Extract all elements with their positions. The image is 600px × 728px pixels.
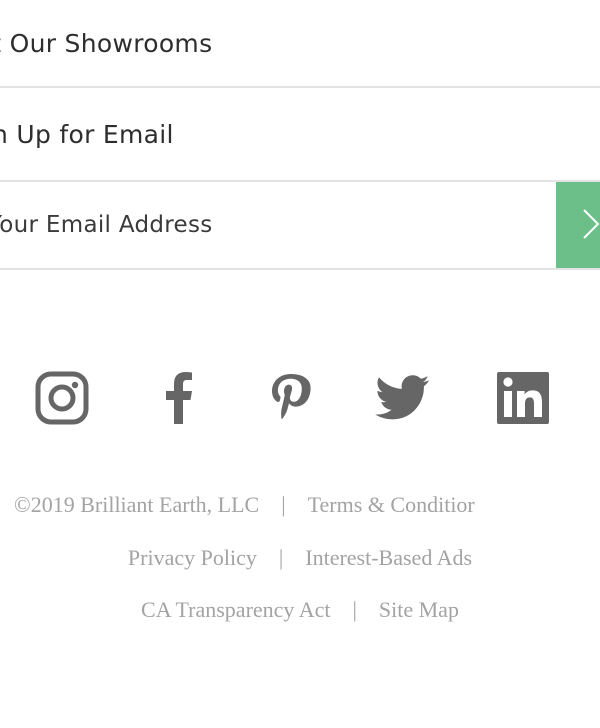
site-map-link[interactable]: Site Map [379,597,459,622]
interest-based-ads-link[interactable]: Interest-Based Ads [305,545,472,570]
social-links [0,370,600,430]
email-input[interactable] [0,182,556,268]
divider [0,268,600,270]
footer-line-1: ©2019 Brilliant Earth, LLC | Terms & Condi… [0,492,600,518]
facebook-icon[interactable] [150,370,206,426]
twitter-icon[interactable] [375,370,431,426]
visit-showrooms-row[interactable]: it Our Showrooms [0,0,600,86]
separator: | [352,597,357,622]
footer-line-2: Privacy Policy | Interest-Based Ads [0,545,600,571]
linkedin-icon[interactable] [495,370,551,426]
visit-showrooms-label: it Our Showrooms [0,28,213,58]
signup-email-row[interactable]: n Up for Email [0,88,600,180]
pinterest-icon[interactable] [265,370,321,426]
separator: | [278,545,284,570]
footer-line-3: CA Transparency Act | Site Map [0,597,600,623]
email-signup-form [0,182,600,268]
separator: | [281,492,286,517]
email-submit-button[interactable] [556,182,600,268]
terms-link[interactable]: Terms & Conditior [308,492,475,517]
chevron-right-icon [580,204,600,247]
signup-email-label: n Up for Email [0,119,174,149]
copyright-text: ©2019 Brilliant Earth, LLC [14,492,260,517]
instagram-icon[interactable] [34,370,90,426]
privacy-policy-link[interactable]: Privacy Policy [128,545,257,570]
ca-transparency-link[interactable]: CA Transparency Act [141,597,330,622]
